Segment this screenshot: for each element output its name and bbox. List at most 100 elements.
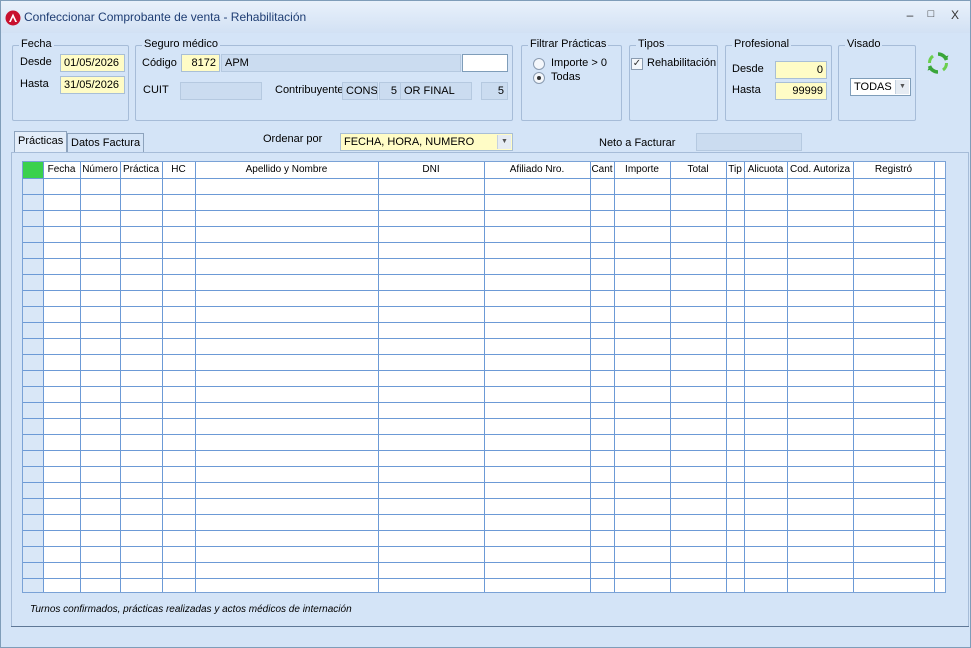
- table-cell[interactable]: [934, 530, 945, 547]
- row-indicator[interactable]: [23, 242, 44, 259]
- table-cell[interactable]: [934, 434, 945, 451]
- table-cell[interactable]: [378, 274, 485, 291]
- practicas-grid[interactable]: Fecha Número Práctica HC Apellido y Nomb…: [22, 161, 946, 593]
- table-cell[interactable]: [590, 210, 615, 227]
- column-header-practica[interactable]: Práctica: [120, 162, 163, 179]
- table-cell[interactable]: [614, 210, 671, 227]
- column-header-total[interactable]: Total: [670, 162, 727, 179]
- table-row[interactable]: [23, 546, 945, 563]
- table-cell[interactable]: [670, 562, 727, 579]
- profesional-hasta-input[interactable]: 99999: [775, 82, 827, 100]
- table-cell[interactable]: [853, 418, 935, 435]
- table-cell[interactable]: [378, 514, 485, 531]
- table-cell[interactable]: [670, 402, 727, 419]
- table-row[interactable]: [23, 578, 945, 592]
- table-cell[interactable]: [80, 290, 121, 307]
- table-cell[interactable]: [162, 418, 196, 435]
- table-cell[interactable]: [120, 354, 163, 371]
- table-cell[interactable]: [162, 242, 196, 259]
- table-cell[interactable]: [614, 402, 671, 419]
- table-row[interactable]: [23, 514, 945, 531]
- row-indicator[interactable]: [23, 530, 44, 547]
- table-cell[interactable]: [853, 354, 935, 371]
- table-cell[interactable]: [80, 386, 121, 403]
- table-cell[interactable]: [195, 434, 379, 451]
- table-cell[interactable]: [744, 466, 788, 483]
- table-cell[interactable]: [670, 338, 727, 355]
- table-cell[interactable]: [378, 322, 485, 339]
- table-cell[interactable]: [853, 178, 935, 195]
- fecha-hasta-input[interactable]: 31/05/2026: [60, 76, 125, 94]
- table-cell[interactable]: [726, 178, 745, 195]
- table-cell[interactable]: [43, 530, 81, 547]
- table-cell[interactable]: [934, 418, 945, 435]
- table-cell[interactable]: [934, 578, 945, 592]
- table-cell[interactable]: [120, 274, 163, 291]
- table-cell[interactable]: [162, 178, 196, 195]
- refresh-icon[interactable]: [926, 51, 950, 75]
- table-cell[interactable]: [744, 290, 788, 307]
- table-cell[interactable]: [934, 354, 945, 371]
- table-cell[interactable]: [80, 546, 121, 563]
- table-cell[interactable]: [484, 354, 591, 371]
- table-cell[interactable]: [744, 498, 788, 515]
- table-cell[interactable]: [614, 578, 671, 592]
- table-cell[interactable]: [80, 322, 121, 339]
- table-cell[interactable]: [80, 194, 121, 211]
- table-cell[interactable]: [744, 354, 788, 371]
- visado-select[interactable]: TODAS ▼: [850, 78, 911, 96]
- table-cell[interactable]: [614, 338, 671, 355]
- table-cell[interactable]: [195, 210, 379, 227]
- table-cell[interactable]: [590, 226, 615, 243]
- table-cell[interactable]: [162, 338, 196, 355]
- table-cell[interactable]: [590, 194, 615, 211]
- table-cell[interactable]: [614, 482, 671, 499]
- tab-practicas[interactable]: Prácticas: [14, 131, 68, 153]
- table-cell[interactable]: [120, 498, 163, 515]
- table-cell[interactable]: [670, 290, 727, 307]
- table-cell[interactable]: [195, 306, 379, 323]
- table-cell[interactable]: [162, 306, 196, 323]
- table-cell[interactable]: [484, 274, 591, 291]
- table-cell[interactable]: [614, 354, 671, 371]
- row-indicator[interactable]: [23, 274, 44, 291]
- table-cell[interactable]: [120, 322, 163, 339]
- table-cell[interactable]: [43, 386, 81, 403]
- column-header-hc[interactable]: HC: [162, 162, 196, 179]
- table-cell[interactable]: [726, 402, 745, 419]
- table-cell[interactable]: [853, 242, 935, 259]
- table-cell[interactable]: [744, 450, 788, 467]
- table-cell[interactable]: [787, 514, 854, 531]
- table-cell[interactable]: [787, 242, 854, 259]
- table-cell[interactable]: [378, 402, 485, 419]
- table-row[interactable]: [23, 306, 945, 323]
- table-cell[interactable]: [670, 546, 727, 563]
- table-cell[interactable]: [484, 258, 591, 275]
- table-cell[interactable]: [162, 386, 196, 403]
- table-row[interactable]: [23, 434, 945, 451]
- table-cell[interactable]: [120, 258, 163, 275]
- table-row[interactable]: [23, 210, 945, 227]
- table-cell[interactable]: [195, 466, 379, 483]
- column-header-afiliado[interactable]: Afiliado Nro.: [484, 162, 591, 179]
- table-cell[interactable]: [484, 242, 591, 259]
- table-cell[interactable]: [787, 370, 854, 387]
- table-cell[interactable]: [378, 466, 485, 483]
- table-cell[interactable]: [726, 322, 745, 339]
- table-cell[interactable]: [43, 194, 81, 211]
- table-cell[interactable]: [853, 434, 935, 451]
- table-cell[interactable]: [726, 306, 745, 323]
- table-cell[interactable]: [670, 578, 727, 592]
- column-header-tip[interactable]: Tip: [726, 162, 745, 179]
- table-cell[interactable]: [590, 354, 615, 371]
- table-cell[interactable]: [80, 498, 121, 515]
- row-indicator[interactable]: [23, 450, 44, 467]
- table-cell[interactable]: [670, 514, 727, 531]
- table-cell[interactable]: [726, 338, 745, 355]
- table-cell[interactable]: [934, 194, 945, 211]
- table-cell[interactable]: [80, 530, 121, 547]
- table-cell[interactable]: [43, 562, 81, 579]
- row-indicator[interactable]: [23, 578, 44, 592]
- table-cell[interactable]: [744, 306, 788, 323]
- table-cell[interactable]: [614, 258, 671, 275]
